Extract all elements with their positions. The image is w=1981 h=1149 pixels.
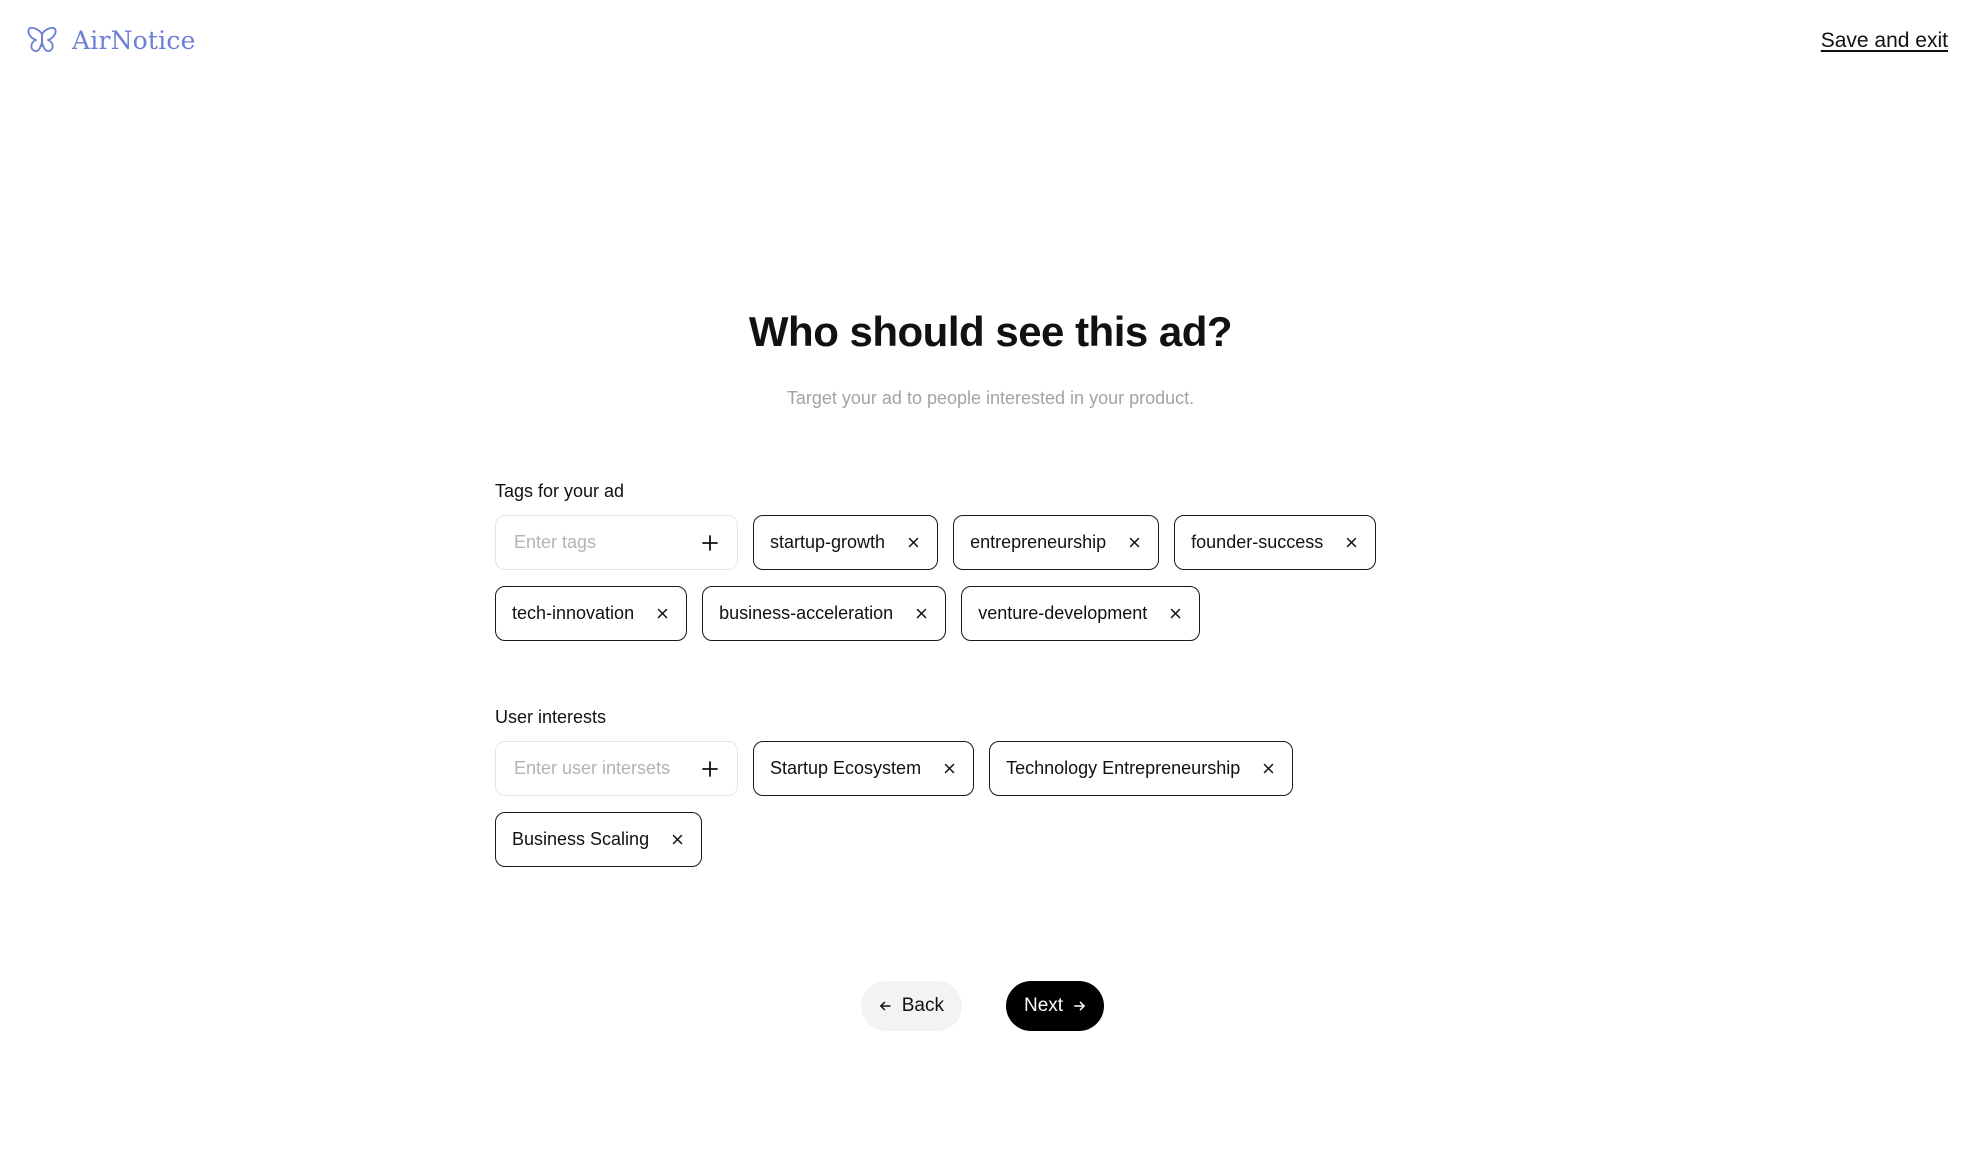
tag-chip-label: founder-success — [1191, 532, 1324, 552]
arrow-right-icon — [1074, 1001, 1085, 1011]
back-label: Back — [901, 995, 944, 1016]
interests-label: User interests — [495, 707, 607, 727]
close-icon[interactable] — [1129, 537, 1140, 548]
page-subtitle: Target your ad to people interested in y… — [786, 388, 1195, 408]
close-icon[interactable] — [908, 537, 919, 548]
brand-name: AirNotice — [72, 25, 196, 55]
interest-chip-label: Business Scaling — [512, 829, 650, 849]
tag-chip-label: startup-growth — [770, 532, 886, 552]
page-title: Who should see this ad? — [748, 308, 1233, 355]
tag-chip: business-acceleration — [702, 586, 947, 641]
next-button[interactable]: Next — [1006, 981, 1104, 1031]
close-icon[interactable] — [944, 763, 955, 774]
tag-chip-label: business-acceleration — [719, 603, 894, 623]
back-button[interactable]: Back — [861, 981, 962, 1031]
step-navigation: Back Next — [0, 981, 1981, 1031]
arrow-left-icon — [880, 1001, 891, 1011]
close-icon[interactable] — [672, 834, 683, 845]
interest-input-box — [495, 741, 738, 796]
next-label: Next — [1024, 995, 1064, 1016]
interests-list: Startup Ecosystem Technology Entrepreneur… — [495, 741, 1455, 867]
close-icon[interactable] — [657, 608, 668, 619]
plus-icon[interactable] — [701, 760, 719, 778]
interests-section: User interests Startup Ecosystem Technolo… — [495, 706, 1495, 867]
close-icon[interactable] — [916, 608, 927, 619]
butterfly-icon — [27, 26, 57, 52]
interest-chip-label: Technology Entrepreneurship — [1006, 758, 1241, 778]
interest-chip: Technology Entrepreneurship — [989, 741, 1294, 796]
interest-input[interactable] — [514, 758, 684, 779]
interest-chip: Business Scaling — [495, 812, 703, 867]
tag-chip: tech-innovation — [495, 586, 688, 641]
tag-chip: startup-growth — [753, 515, 939, 570]
tag-chip-label: tech-innovation — [512, 603, 635, 623]
tag-chip: entrepreneurship — [953, 515, 1160, 570]
tag-chip-label: venture-development — [978, 603, 1148, 623]
tags-section: Tags for your ad startup-growth entrepren… — [495, 480, 1495, 641]
plus-icon[interactable] — [701, 534, 719, 552]
tag-input[interactable] — [514, 532, 684, 553]
interest-chip-label: Startup Ecosystem — [770, 758, 922, 778]
close-icon[interactable] — [1263, 763, 1274, 774]
tag-chip: venture-development — [961, 586, 1201, 641]
tag-chip-label: entrepreneurship — [970, 532, 1107, 552]
save-and-exit-link[interactable]: Save and exit — [1821, 29, 1948, 53]
close-icon[interactable] — [1346, 537, 1357, 548]
close-icon[interactable] — [1170, 608, 1181, 619]
tags-list: startup-growth entrepreneurship founder-su… — [495, 515, 1455, 641]
brand-logo[interactable]: AirNotice — [26, 24, 196, 56]
tag-chip: founder-success — [1174, 515, 1377, 570]
tag-input-box — [495, 515, 738, 570]
interest-chip: Startup Ecosystem — [753, 741, 975, 796]
tags-label: Tags for your ad — [495, 481, 625, 501]
